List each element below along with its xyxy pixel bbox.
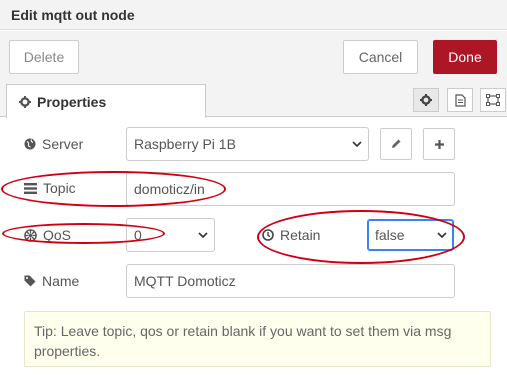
name-value: MQTT Domoticz xyxy=(134,273,236,289)
server-value: Raspberry Pi 1B xyxy=(134,136,236,152)
tab-properties-label: Properties xyxy=(37,93,107,110)
topic-input[interactable]: domoticz/in xyxy=(126,172,455,206)
cancel-button[interactable]: Cancel xyxy=(343,40,418,74)
tag-icon xyxy=(24,275,36,287)
tip-box: Tip: Leave topic, qos or retain blank if… xyxy=(24,311,491,367)
done-button[interactable]: Done xyxy=(433,40,497,74)
tab-description[interactable] xyxy=(447,88,473,112)
gear-icon xyxy=(19,95,31,108)
retain-label: Retain xyxy=(280,227,321,243)
empire-icon xyxy=(24,228,37,242)
name-input[interactable]: MQTT Domoticz xyxy=(126,264,455,298)
tab-properties[interactable]: Properties xyxy=(6,84,206,118)
topic-label: Topic xyxy=(43,180,76,196)
qos-select[interactable]: 0 xyxy=(126,218,215,252)
topic-label-group: Topic xyxy=(24,178,76,198)
history-icon xyxy=(262,229,274,241)
pencil-icon xyxy=(392,139,401,148)
tab-settings[interactable] xyxy=(413,88,439,112)
topic-value: domoticz/in xyxy=(134,181,205,197)
retain-label-group: Retain xyxy=(262,225,320,245)
tasks-list-icon xyxy=(24,182,37,194)
frame-icon xyxy=(486,94,500,106)
retain-value: false xyxy=(375,227,405,243)
plus-icon xyxy=(434,139,444,149)
document-icon xyxy=(454,93,466,107)
qos-label-group: QoS xyxy=(24,225,71,245)
add-server-button[interactable] xyxy=(423,128,455,160)
name-label-group: Name xyxy=(24,271,79,291)
tab-appearance[interactable] xyxy=(480,88,506,112)
server-label: Server xyxy=(42,136,84,152)
globe-icon xyxy=(24,138,36,150)
gear-icon xyxy=(420,94,432,106)
chevron-down-icon xyxy=(352,141,362,147)
server-label-group: Server xyxy=(24,134,83,154)
chevron-down-icon xyxy=(198,232,208,238)
delete-button[interactable]: Delete xyxy=(9,40,79,74)
edit-server-button[interactable] xyxy=(380,128,412,160)
server-select[interactable]: Raspberry Pi 1B xyxy=(126,127,369,161)
qos-value: 0 xyxy=(134,227,142,243)
name-label: Name xyxy=(42,273,80,289)
dialog-title: Edit mqtt out node xyxy=(11,7,135,23)
retain-select[interactable]: false xyxy=(367,219,454,251)
qos-label: QoS xyxy=(43,227,72,243)
chevron-down-icon xyxy=(437,232,447,238)
